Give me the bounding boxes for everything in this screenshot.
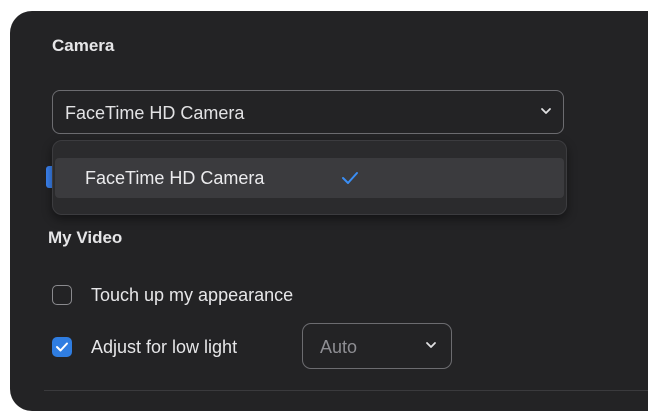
- my-video-section-title: My Video: [48, 228, 123, 247]
- touch-up-checkbox[interactable]: [52, 285, 72, 305]
- low-light-mode-value: Auto: [320, 337, 358, 357]
- dropdown-option-label: FaceTime HD Camera: [85, 168, 265, 188]
- camera-select-value: FaceTime HD Camera: [65, 103, 245, 123]
- chevron-down-icon: [426, 342, 436, 348]
- low-light-label: Adjust for low light: [91, 337, 238, 357]
- touch-up-label: Touch up my appearance: [91, 285, 294, 305]
- low-light-checkbox[interactable]: [52, 337, 72, 357]
- checkmark-icon: [56, 342, 68, 352]
- checkmark-icon: [342, 172, 358, 184]
- dropdown-option-facetime-hd-camera[interactable]: FaceTime HD Camera: [55, 158, 564, 198]
- camera-dropdown-menu: FaceTime HD Camera: [52, 140, 567, 215]
- camera-select[interactable]: FaceTime HD Camera: [52, 90, 564, 134]
- low-light-mode-select[interactable]: Auto: [302, 323, 452, 369]
- camera-section-title: Camera: [52, 36, 115, 55]
- section-divider: [44, 390, 648, 391]
- chevron-down-icon: [541, 108, 551, 114]
